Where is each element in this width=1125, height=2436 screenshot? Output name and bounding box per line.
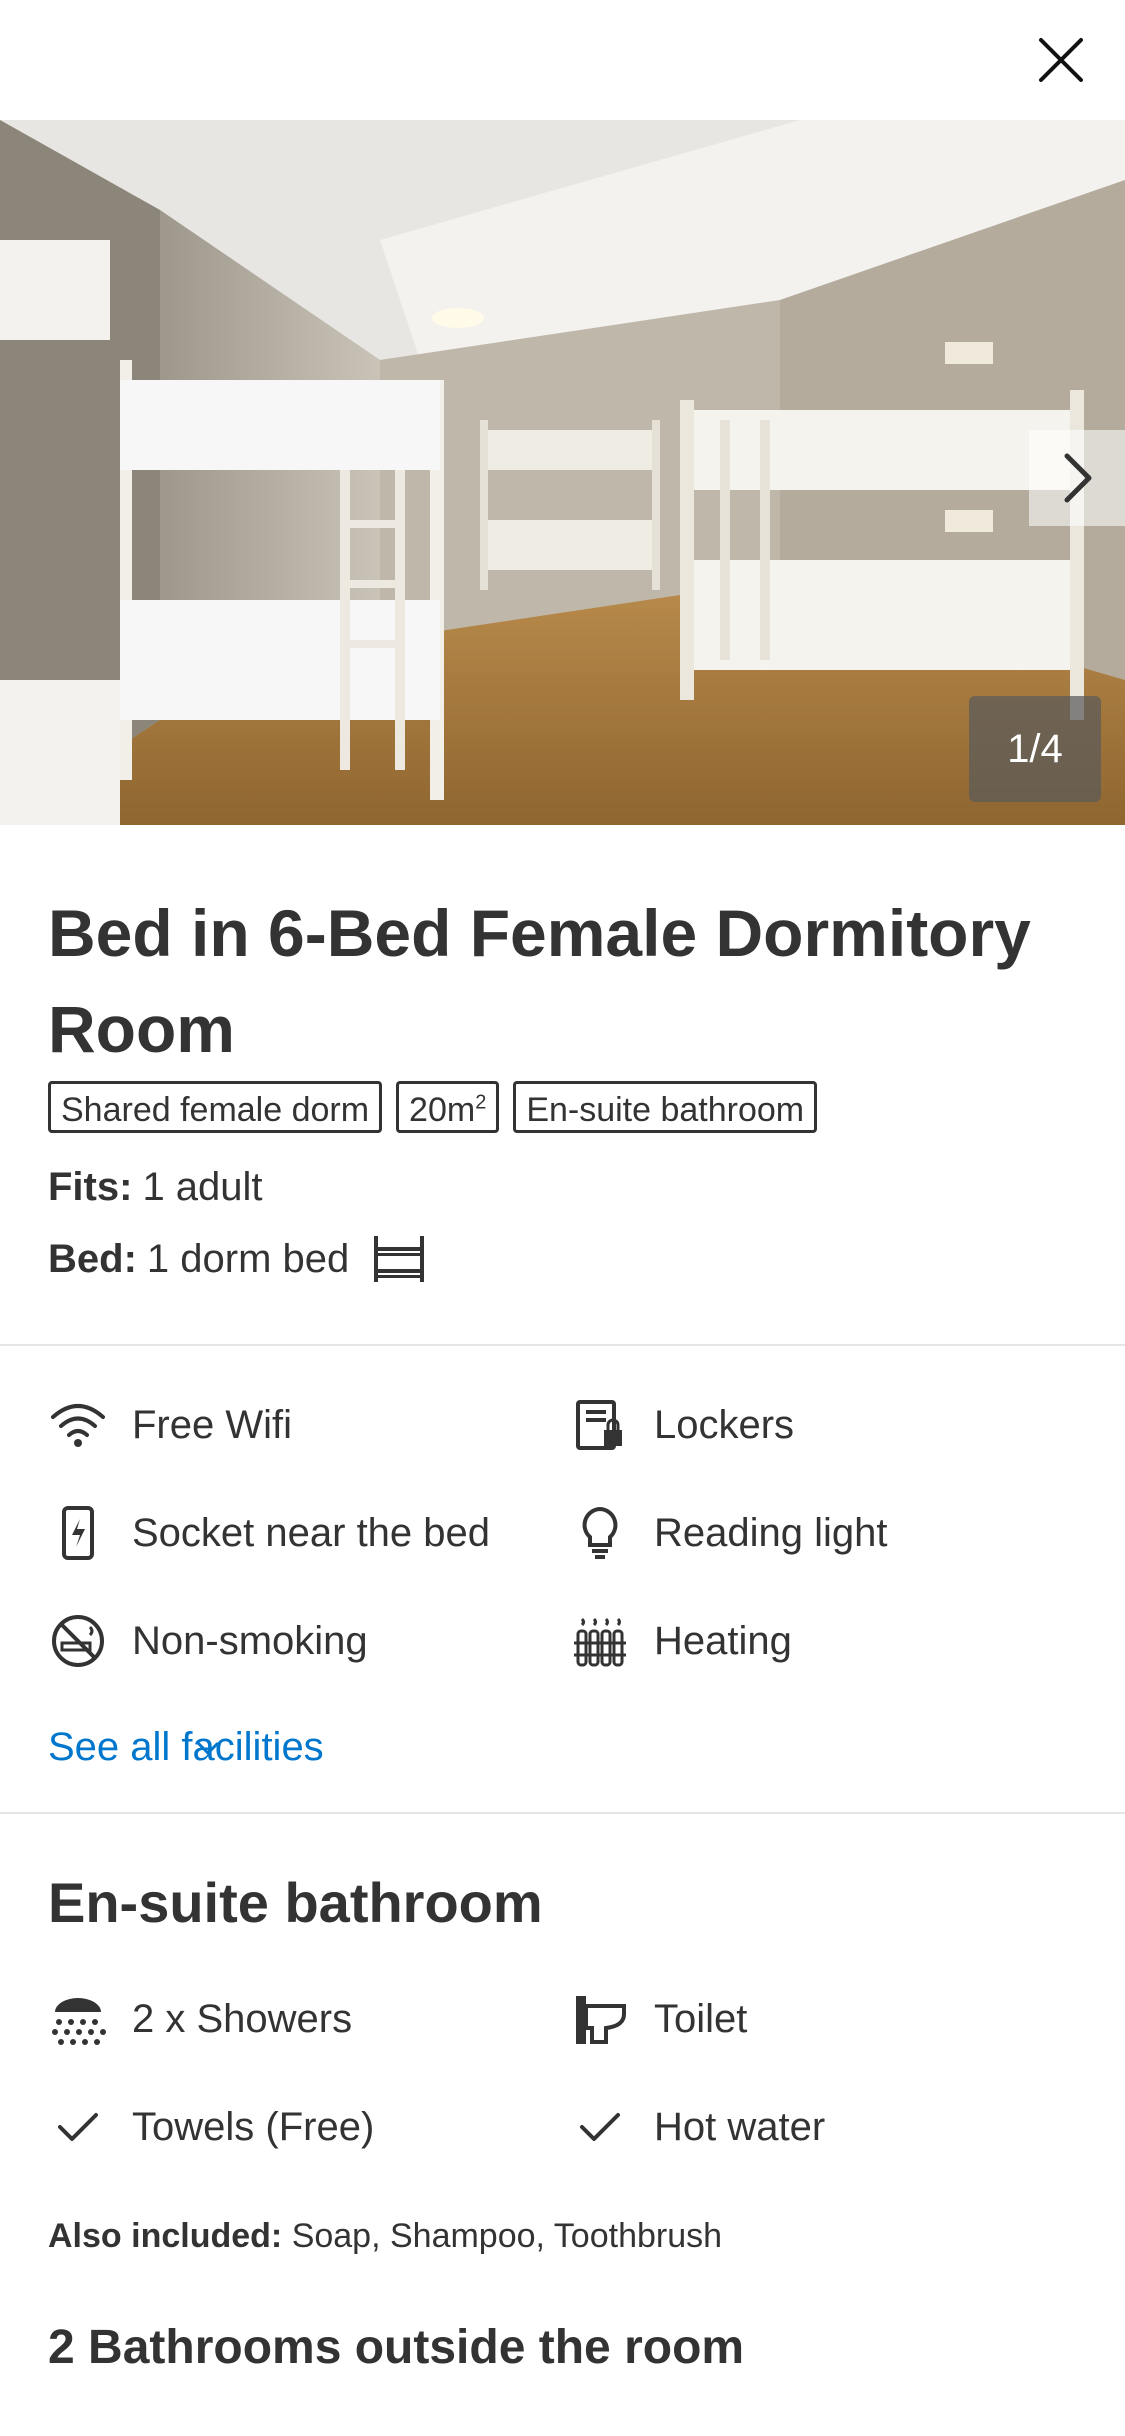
top-bar <box>0 0 1125 120</box>
fits-value: 1 adult <box>142 1165 263 1209</box>
phone-charge-icon <box>48 1503 108 1563</box>
facility-label: Heating <box>654 1618 792 1663</box>
wifi-icon <box>48 1395 108 1455</box>
facility-lockers: Lockers <box>570 1395 794 1455</box>
bathroom-showers: 2 x Showers <box>48 1989 352 2049</box>
no-smoking-icon <box>48 1611 108 1671</box>
bathroom-item-label: Toilet <box>654 1996 748 2041</box>
fits-row: Fits: 1 adult <box>48 1165 263 1210</box>
room-photo-image <box>0 120 1125 825</box>
next-photo-button[interactable] <box>1029 430 1125 526</box>
lightbulb-icon <box>570 1503 630 1563</box>
outside-bathrooms-title: 2 Bathrooms outside the room <box>48 2321 745 2374</box>
facility-label: Non-smoking <box>132 1618 368 1663</box>
see-all-facilities-link[interactable]: See all facilities <box>48 1725 324 1770</box>
check-icon <box>48 2097 108 2157</box>
facility-label: Lockers <box>654 1402 795 1447</box>
chevron-down-icon <box>197 1742 219 1755</box>
tag-bathroom: En-suite bathroom <box>513 1081 818 1133</box>
bathroom-item-label: Towels (Free) <box>132 2104 375 2149</box>
tag-label: 20m <box>409 1091 476 1129</box>
facility-socket: Socket near the bed <box>48 1503 490 1563</box>
room-tags: Shared female dorm 20m2 En-suite bathroo… <box>48 1081 818 1133</box>
bed-row: Bed: 1 dorm bed <box>48 1233 427 1285</box>
tag-label: Shared female dorm <box>61 1091 370 1129</box>
tag-room-size: 20m2 <box>396 1081 500 1133</box>
facility-free-wifi: Free Wifi <box>48 1395 292 1455</box>
locker-icon <box>570 1395 630 1455</box>
facility-non-smoking: Non-smoking <box>48 1611 368 1671</box>
see-all-label: See all facilities <box>48 1725 324 1769</box>
tag-superscript: 2 <box>475 1091 487 1114</box>
tag-room-type: Shared female dorm <box>48 1081 383 1133</box>
bathroom-toilet: Toilet <box>570 1989 747 2049</box>
radiator-icon <box>570 1611 630 1671</box>
check-icon <box>570 2097 630 2157</box>
room-photo[interactable]: 1/4 <box>0 120 1125 825</box>
divider <box>0 1812 1125 1814</box>
bed-label: Bed: <box>48 1236 137 1281</box>
also-included-label: Also included: <box>48 2217 283 2255</box>
tag-label: En-suite bathroom <box>526 1091 805 1129</box>
chevron-right-icon <box>1064 453 1092 503</box>
facility-label: Free Wifi <box>132 1402 292 1447</box>
facility-label: Socket near the bed <box>132 1510 491 1555</box>
bunk-bed-icon <box>374 1236 425 1282</box>
photo-counter: 1/4 <box>969 696 1101 802</box>
also-included-value: Soap, Shampoo, Toothbrush <box>291 2217 723 2255</box>
close-icon <box>1039 38 1083 82</box>
divider <box>0 1344 1125 1346</box>
toilet-icon <box>570 1989 630 2049</box>
bathroom-item-label: 2 x Showers <box>132 1996 353 2041</box>
fits-label: Fits: <box>48 1165 133 1209</box>
close-button[interactable] <box>1029 28 1093 92</box>
room-title: Bed in 6-Bed Female Dormitory Room <box>48 896 1031 1066</box>
facility-reading-light: Reading light <box>570 1503 888 1563</box>
bathroom-hot-water: Hot water <box>570 2097 825 2157</box>
shower-icon <box>48 1989 108 2049</box>
facility-label: Reading light <box>654 1510 888 1555</box>
also-included: Also included: Soap, Shampoo, Toothbrush <box>48 2217 722 2256</box>
bathroom-title: En-suite bathroom <box>48 1871 543 1934</box>
facility-heating: Heating <box>570 1611 792 1671</box>
bathroom-item-label: Hot water <box>654 2104 826 2149</box>
bed-value: 1 dorm bed <box>146 1236 350 1281</box>
bathroom-towels: Towels (Free) <box>48 2097 374 2157</box>
